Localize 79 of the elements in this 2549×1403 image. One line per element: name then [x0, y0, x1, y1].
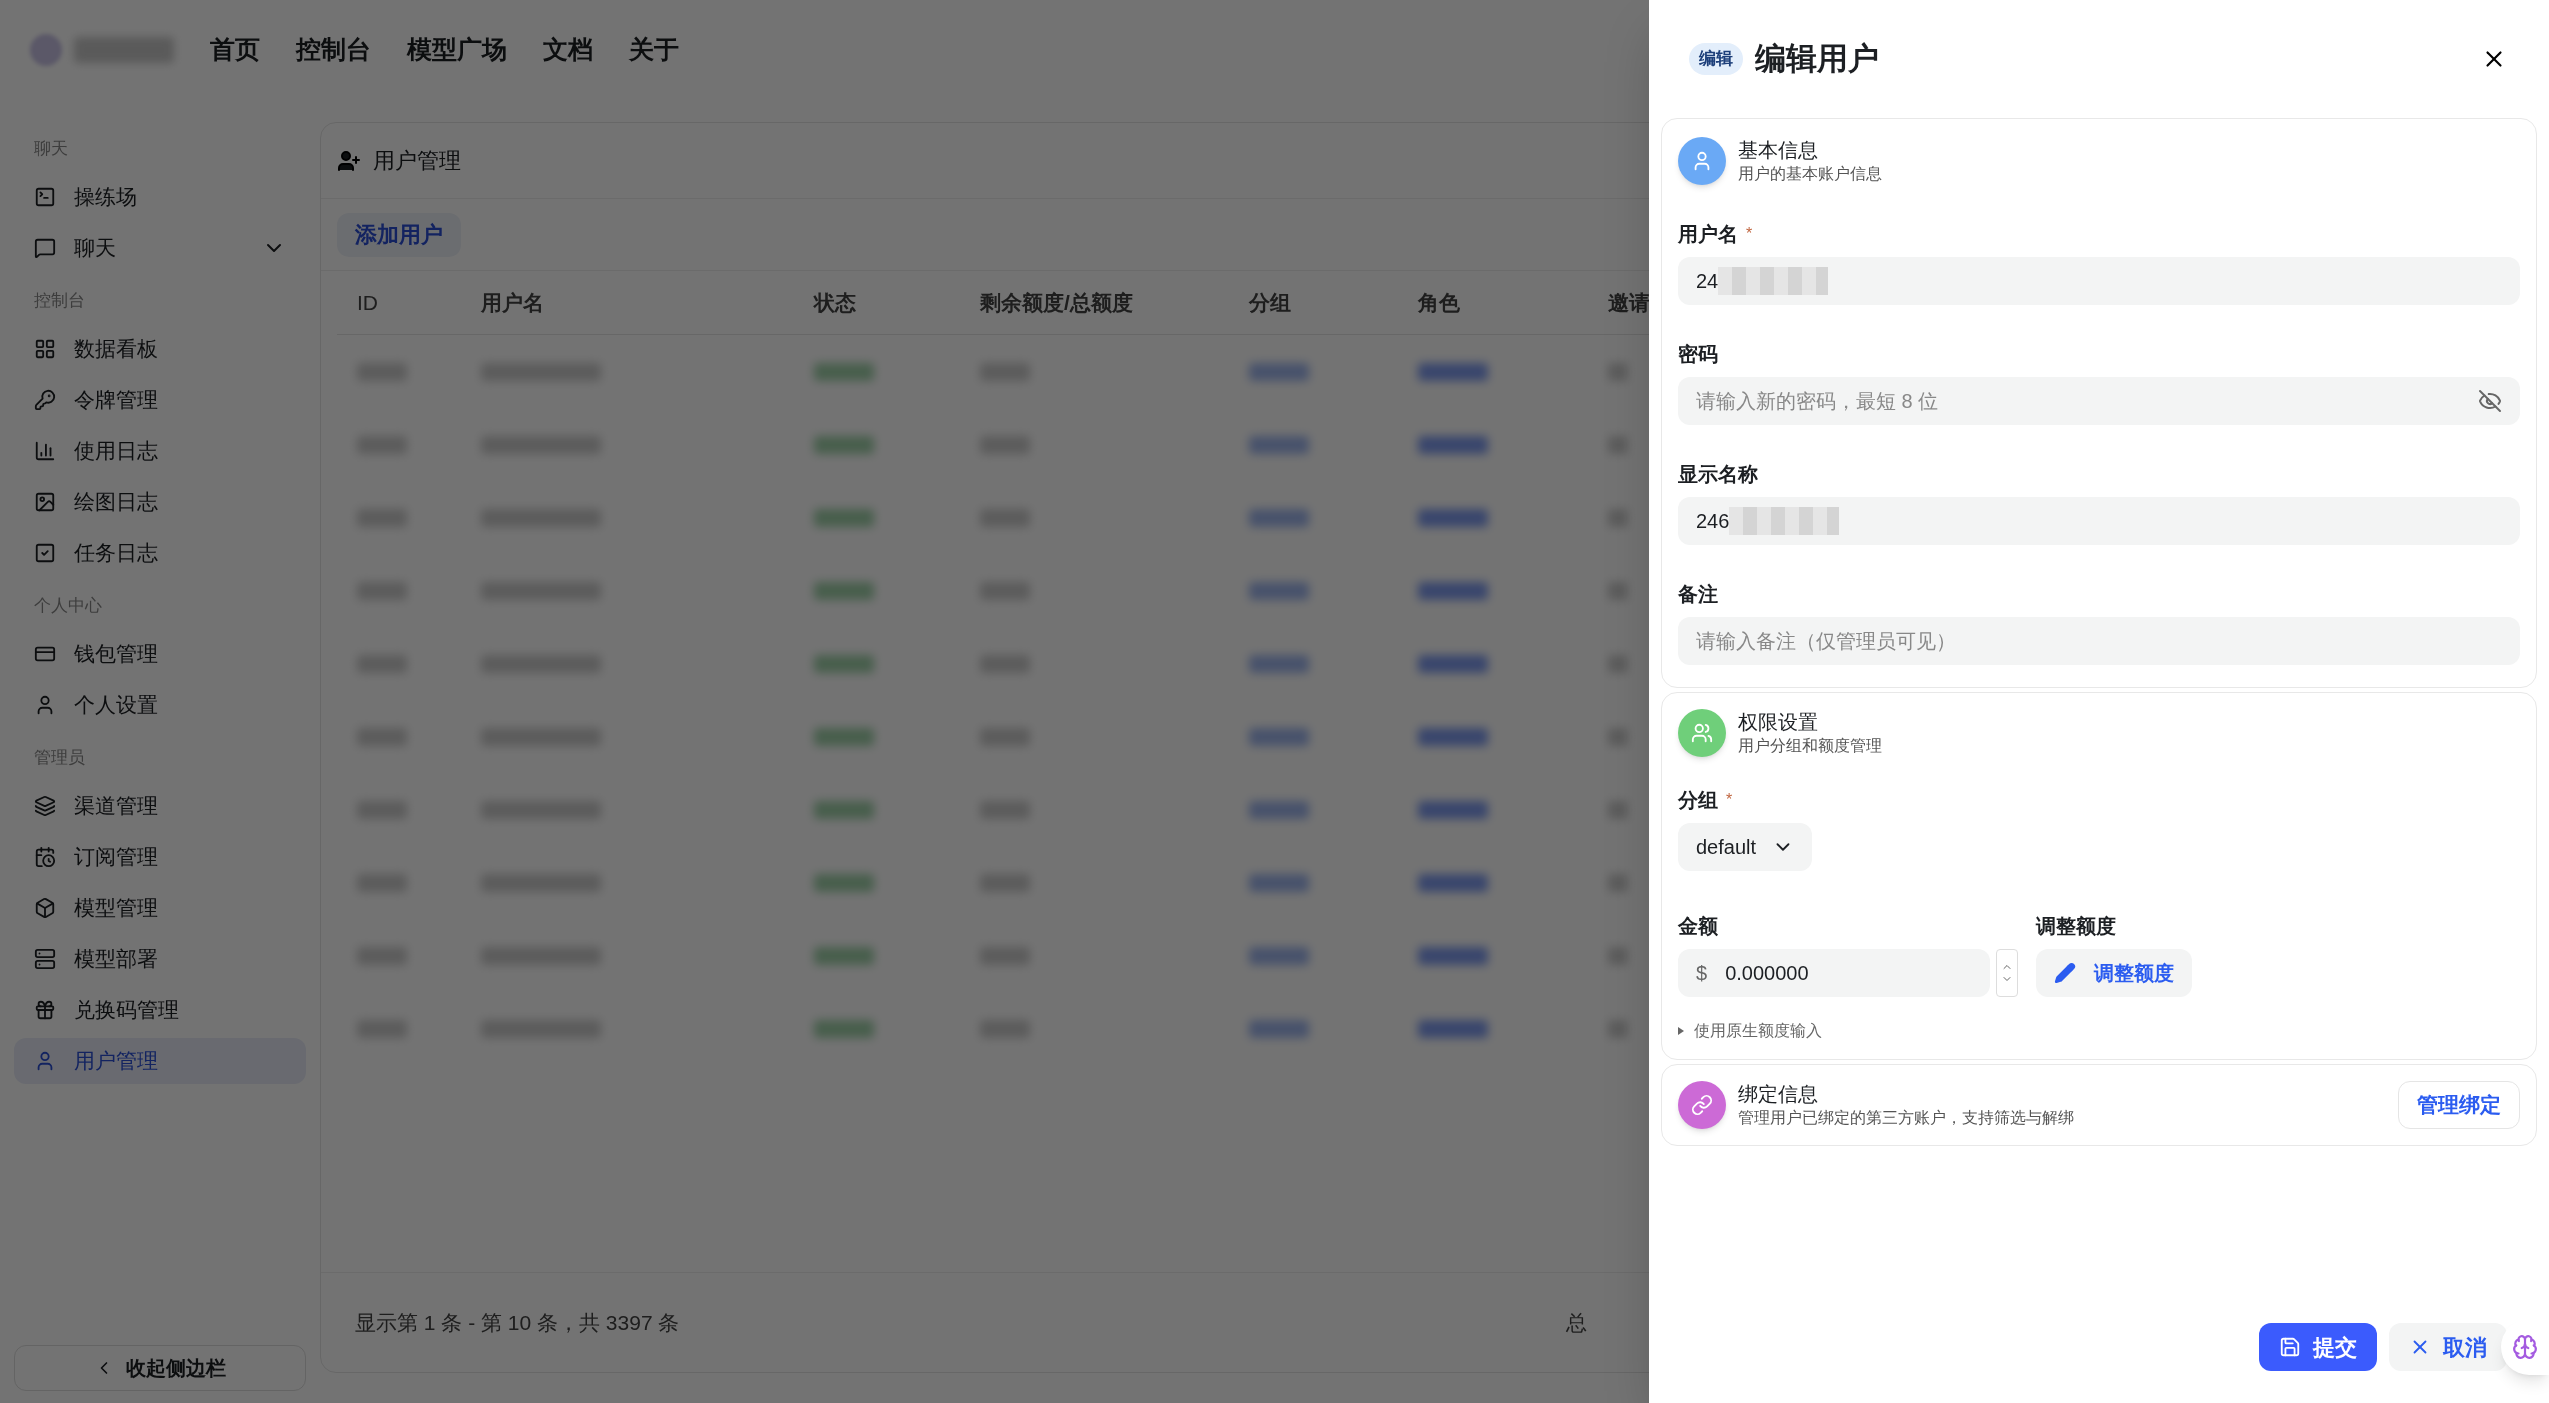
- column-header: 角色: [1418, 290, 1460, 314]
- nav-link[interactable]: 首页: [210, 31, 260, 69]
- field-label: 分组: [1678, 788, 1718, 813]
- sidebar-item-icon: [34, 491, 56, 513]
- sidebar-item[interactable]: 兑换码管理: [14, 987, 306, 1033]
- brain-icon: [2512, 1334, 2538, 1360]
- field-label: 调整额度: [2036, 914, 2116, 939]
- required-mark: *: [1726, 790, 1733, 810]
- hide-password-icon[interactable]: [2478, 389, 2502, 413]
- sidebar-item[interactable]: 钱包管理: [14, 631, 306, 677]
- column-header: 用户名: [481, 290, 544, 314]
- pencil-icon: [2054, 962, 2076, 984]
- pagination-summary: 显示第 1 条 - 第 10 条，共 3397 条: [355, 1309, 680, 1336]
- nav-link[interactable]: 模型广场: [407, 31, 507, 69]
- nav-link[interactable]: 关于: [629, 31, 679, 69]
- password-field[interactable]: 请输入新的密码，最短 8 位: [1678, 377, 2520, 425]
- input-field[interactable]: 24: [1678, 257, 2520, 305]
- native-quota-toggle[interactable]: 使用原生额度输入: [1678, 1019, 1822, 1043]
- sidebar-item[interactable]: 令牌管理: [14, 377, 306, 423]
- sidebar-item[interactable]: 渠道管理: [14, 783, 306, 829]
- sidebar-item-icon: [34, 948, 56, 970]
- sidebar-item-icon: [34, 389, 56, 411]
- nav-link[interactable]: 文档: [543, 31, 593, 69]
- column-header: 邀请: [1608, 290, 1650, 314]
- sidebar-item[interactable]: 个人设置: [14, 682, 306, 728]
- sidebar-item-icon: [34, 440, 56, 462]
- section-subtitle: 用户分组和额度管理: [1738, 736, 1882, 756]
- group-select[interactable]: default: [1678, 823, 1812, 871]
- sidebar-item-icon: [34, 846, 56, 868]
- sidebar-item-icon: [34, 338, 56, 360]
- input-field[interactable]: 246: [1678, 497, 2520, 545]
- sidebar-item-icon: [34, 186, 56, 208]
- pagination-total: 总: [1566, 1309, 1587, 1336]
- sidebar-item[interactable]: 模型管理: [14, 885, 306, 931]
- section-subtitle: 用户的基本账户信息: [1738, 164, 1882, 184]
- sidebar-item[interactable]: 用户管理: [14, 1038, 306, 1084]
- section-title: 基本信息: [1738, 138, 1819, 163]
- field-label: 备注: [1678, 582, 1718, 607]
- column-header: 剩余额度/总额度: [980, 290, 1133, 314]
- user-add-icon: [337, 148, 361, 173]
- add-user-button[interactable]: 添加用户: [337, 212, 461, 257]
- field-label: 金额: [1678, 914, 1718, 939]
- field-label: 用户名: [1678, 222, 1738, 247]
- field-label: 密码: [1678, 342, 1718, 367]
- sidebar-item-icon: [34, 897, 56, 919]
- column-header: 分组: [1249, 290, 1291, 314]
- blurred-logo-icon: [30, 34, 62, 66]
- sidebar-item-icon: [34, 237, 56, 259]
- section-title: 权限设置: [1738, 710, 1819, 735]
- caret-right-icon: [1678, 1027, 1684, 1035]
- sidebar-item[interactable]: 聊天: [14, 225, 306, 271]
- cancel-button[interactable]: 取消: [2389, 1323, 2507, 1371]
- sidebar-item[interactable]: 任务日志: [14, 530, 306, 576]
- amount-field[interactable]: $ 0.000000: [1678, 949, 1990, 997]
- nav-link[interactable]: 控制台: [296, 31, 371, 69]
- manage-binding-button[interactable]: 管理绑定: [2398, 1081, 2520, 1129]
- sidebar-item[interactable]: 数据看板: [14, 326, 306, 372]
- collapse-sidebar-button[interactable]: 收起侧边栏: [14, 1345, 306, 1391]
- input-field[interactable]: 请输入备注（仅管理员可见）: [1678, 617, 2520, 665]
- required-mark: *: [1746, 224, 1753, 244]
- sidebar-item-icon: [34, 542, 56, 564]
- sidebar-item-icon: [34, 999, 56, 1021]
- sidebar-item[interactable]: 使用日志: [14, 428, 306, 474]
- column-header: 状态: [814, 290, 856, 314]
- edit-badge: 编辑: [1689, 43, 1743, 75]
- drawer-title: 编辑用户: [1755, 39, 1879, 78]
- sidebar-item[interactable]: 订阅管理: [14, 834, 306, 880]
- section-subtitle: 管理用户已绑定的第三方账户，支持筛选与解绑: [1738, 1108, 2074, 1128]
- submit-button[interactable]: 提交: [2259, 1323, 2377, 1371]
- card-title: 用户管理: [373, 147, 461, 175]
- sidebar-item[interactable]: 绘图日志: [14, 479, 306, 525]
- sidebar-item-icon: [34, 795, 56, 817]
- field-label: 显示名称: [1678, 462, 1758, 487]
- section-title: 绑定信息: [1738, 1082, 1819, 1107]
- sidebar-item[interactable]: 操练场: [14, 174, 306, 220]
- save-icon: [2279, 1336, 2301, 1358]
- sidebar-item[interactable]: 模型部署: [14, 936, 306, 982]
- column-header: ID: [357, 290, 378, 314]
- adjust-quota-button[interactable]: 调整额度: [2036, 949, 2192, 997]
